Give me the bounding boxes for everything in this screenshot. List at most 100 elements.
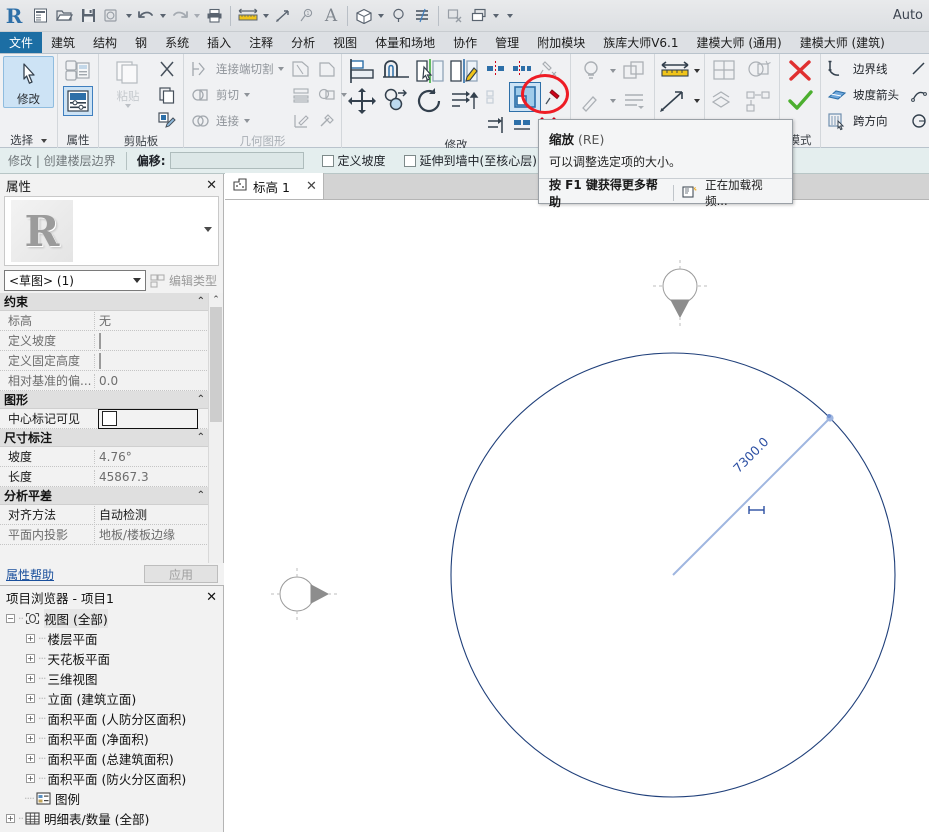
create-similar-caret[interactable] xyxy=(692,99,701,103)
property-group-dimensions[interactable]: 尺寸标注 ⌃ xyxy=(0,429,209,447)
property-value[interactable]: 45867.3 xyxy=(94,470,209,484)
ribbon-tab-massing-site[interactable]: 体量和场地 xyxy=(366,32,444,53)
property-group-graphics[interactable]: 图形 ⌃ xyxy=(0,391,209,409)
type-selector-chevron-icon[interactable] xyxy=(133,278,141,283)
span-direction-label[interactable]: 跨方向 xyxy=(850,108,891,134)
center-mark-visible-checkbox[interactable] xyxy=(102,411,117,426)
measure-icon[interactable] xyxy=(235,3,261,29)
match-type-icon[interactable] xyxy=(154,108,180,134)
switch-windows-caret[interactable] xyxy=(491,3,501,29)
tree-node-partial[interactable]: ···· xyxy=(4,828,223,832)
property-row[interactable]: 相对基准的偏... 0.0 xyxy=(0,371,209,391)
property-row-center-mark[interactable]: 中心标记可见 xyxy=(0,409,209,429)
cut-geometry-caret[interactable] xyxy=(242,93,251,97)
join-geometry-caret[interactable] xyxy=(242,119,251,123)
move-icon[interactable] xyxy=(345,86,379,116)
thin-lines-icon[interactable] xyxy=(410,3,434,29)
tree-node-area-plan-net[interactable]: + ··· 面积平面 (净面积) xyxy=(4,728,223,748)
new-project-icon[interactable] xyxy=(28,3,52,29)
open-icon[interactable] xyxy=(52,3,76,29)
qat-customize-caret[interactable] xyxy=(505,3,515,29)
draw-arc-icon[interactable] xyxy=(906,82,929,108)
select-panel-caret[interactable] xyxy=(41,139,47,143)
paint-caret[interactable] xyxy=(608,99,617,103)
property-row[interactable]: 坡度 4.76° xyxy=(0,447,209,467)
array-icon[interactable] xyxy=(447,86,481,116)
switch-windows-icon[interactable] xyxy=(467,3,491,29)
property-value[interactable] xyxy=(94,409,209,429)
measure-between-refs-icon[interactable] xyxy=(658,56,692,86)
property-group-constraints[interactable]: 约束 ⌃ xyxy=(0,293,209,311)
ribbon-tab-structure[interactable]: 结构 xyxy=(84,32,126,53)
properties-help-link[interactable]: 属性帮助 xyxy=(6,566,54,583)
tree-node-area-plan-gross[interactable]: + ··· 面积平面 (总建筑面积) xyxy=(4,748,223,768)
align-icon[interactable] xyxy=(345,56,379,86)
properties-scrollbar[interactable]: ⌃ ⌄ xyxy=(208,293,223,575)
expander-icon[interactable]: + xyxy=(26,774,35,783)
ribbon-tab-steel[interactable]: 钢 xyxy=(126,32,156,53)
property-row[interactable]: 定义固定高度 xyxy=(0,351,209,371)
ribbon-tab-addins[interactable]: 附加模块 xyxy=(528,32,594,53)
property-value[interactable]: 0.0 xyxy=(94,374,209,388)
pin-icon[interactable] xyxy=(541,84,567,110)
scrollbar-thumb[interactable] xyxy=(210,307,222,422)
boundary-line-label[interactable]: 边界线 xyxy=(850,56,891,82)
finish-edit-mode-button[interactable] xyxy=(783,86,817,116)
ribbon-tab-model-master-general[interactable]: 建模大师 (通用) xyxy=(688,32,791,53)
close-hidden-windows-icon[interactable] xyxy=(443,3,467,29)
mirror-draw-axis-icon[interactable] xyxy=(447,56,481,86)
property-checkbox[interactable] xyxy=(99,353,101,369)
boundary-line-icon[interactable] xyxy=(824,56,850,82)
preview-dropdown-caret[interactable] xyxy=(204,227,212,232)
paste-button[interactable]: 粘贴 xyxy=(102,56,154,108)
trim-extend-multiple-icon[interactable] xyxy=(483,112,509,138)
property-checkbox[interactable] xyxy=(99,333,101,349)
expander-icon[interactable]: + xyxy=(26,634,35,643)
tree-node-ceiling-plans[interactable]: + ··· 天花板平面 xyxy=(4,648,223,668)
undo-dropdown-caret[interactable] xyxy=(158,3,168,29)
property-value[interactable]: 地板/楼板边缘 xyxy=(94,526,209,543)
redo-icon[interactable] xyxy=(168,3,192,29)
undo-icon[interactable] xyxy=(134,3,158,29)
paste-caret[interactable] xyxy=(125,104,131,108)
property-row[interactable]: 长度 45867.3 xyxy=(0,467,209,487)
expander-icon[interactable]: + xyxy=(26,754,35,763)
ribbon-tab-analyze[interactable]: 分析 xyxy=(282,32,324,53)
text-icon[interactable]: A xyxy=(319,3,343,29)
define-slope-checkbox[interactable] xyxy=(322,155,334,167)
create-similar-icon[interactable] xyxy=(658,86,692,116)
view-dropdown-caret[interactable] xyxy=(376,3,386,29)
tree-node-3d-views[interactable]: + ··· 三维视图 xyxy=(4,668,223,688)
property-value[interactable] xyxy=(94,354,209,368)
save-as-icon[interactable] xyxy=(100,3,124,29)
tree-node-area-plan-civil-defense[interactable]: + ··· 面积平面 (人防分区面积) xyxy=(4,708,223,728)
property-row[interactable]: 标高 无 xyxy=(0,311,209,331)
print-icon[interactable] xyxy=(202,3,226,29)
drawing-canvas[interactable]: 7300.0 xyxy=(225,200,929,832)
collapse-caret-constraints[interactable]: ⌃ xyxy=(197,296,205,307)
expander-icon[interactable]: + xyxy=(26,674,35,683)
tree-node-views[interactable]: − ·· 视图 (全部) xyxy=(4,608,223,628)
ribbon-tab-annotate[interactable]: 注释 xyxy=(240,32,282,53)
property-value[interactable]: 自动检测 xyxy=(94,506,209,523)
property-group-analytical[interactable]: 分析平差 ⌃ xyxy=(0,487,209,505)
aligned-dimension-icon[interactable] xyxy=(271,3,295,29)
slope-arrow-icon[interactable] xyxy=(824,82,850,108)
trim-extend-single-icon[interactable] xyxy=(509,56,535,82)
property-row[interactable]: 平面内投影 地板/楼板边缘 xyxy=(0,525,209,545)
redo-dropdown-caret[interactable] xyxy=(192,3,202,29)
mirror-pick-axis-icon[interactable] xyxy=(413,56,447,86)
ribbon-tab-file[interactable]: 文件 xyxy=(0,32,42,53)
ribbon-tab-insert[interactable]: 插入 xyxy=(198,32,240,53)
property-value[interactable] xyxy=(94,334,209,348)
split-with-gap-icon[interactable] xyxy=(509,112,535,138)
collapse-caret-graphics[interactable]: ⌃ xyxy=(197,394,205,405)
save-icon[interactable] xyxy=(76,3,100,29)
default-3d-view-icon[interactable] xyxy=(352,3,376,29)
draw-circle-icon[interactable] xyxy=(906,108,929,134)
tree-node-schedules[interactable]: + ·· 明细表/数量 (全部) xyxy=(4,808,223,828)
copy-icon[interactable] xyxy=(154,82,180,108)
scroll-up-arrow-icon[interactable]: ⌃ xyxy=(209,293,223,307)
draw-line-icon[interactable] xyxy=(906,56,929,82)
collapse-caret-dimensions[interactable]: ⌃ xyxy=(197,432,205,443)
